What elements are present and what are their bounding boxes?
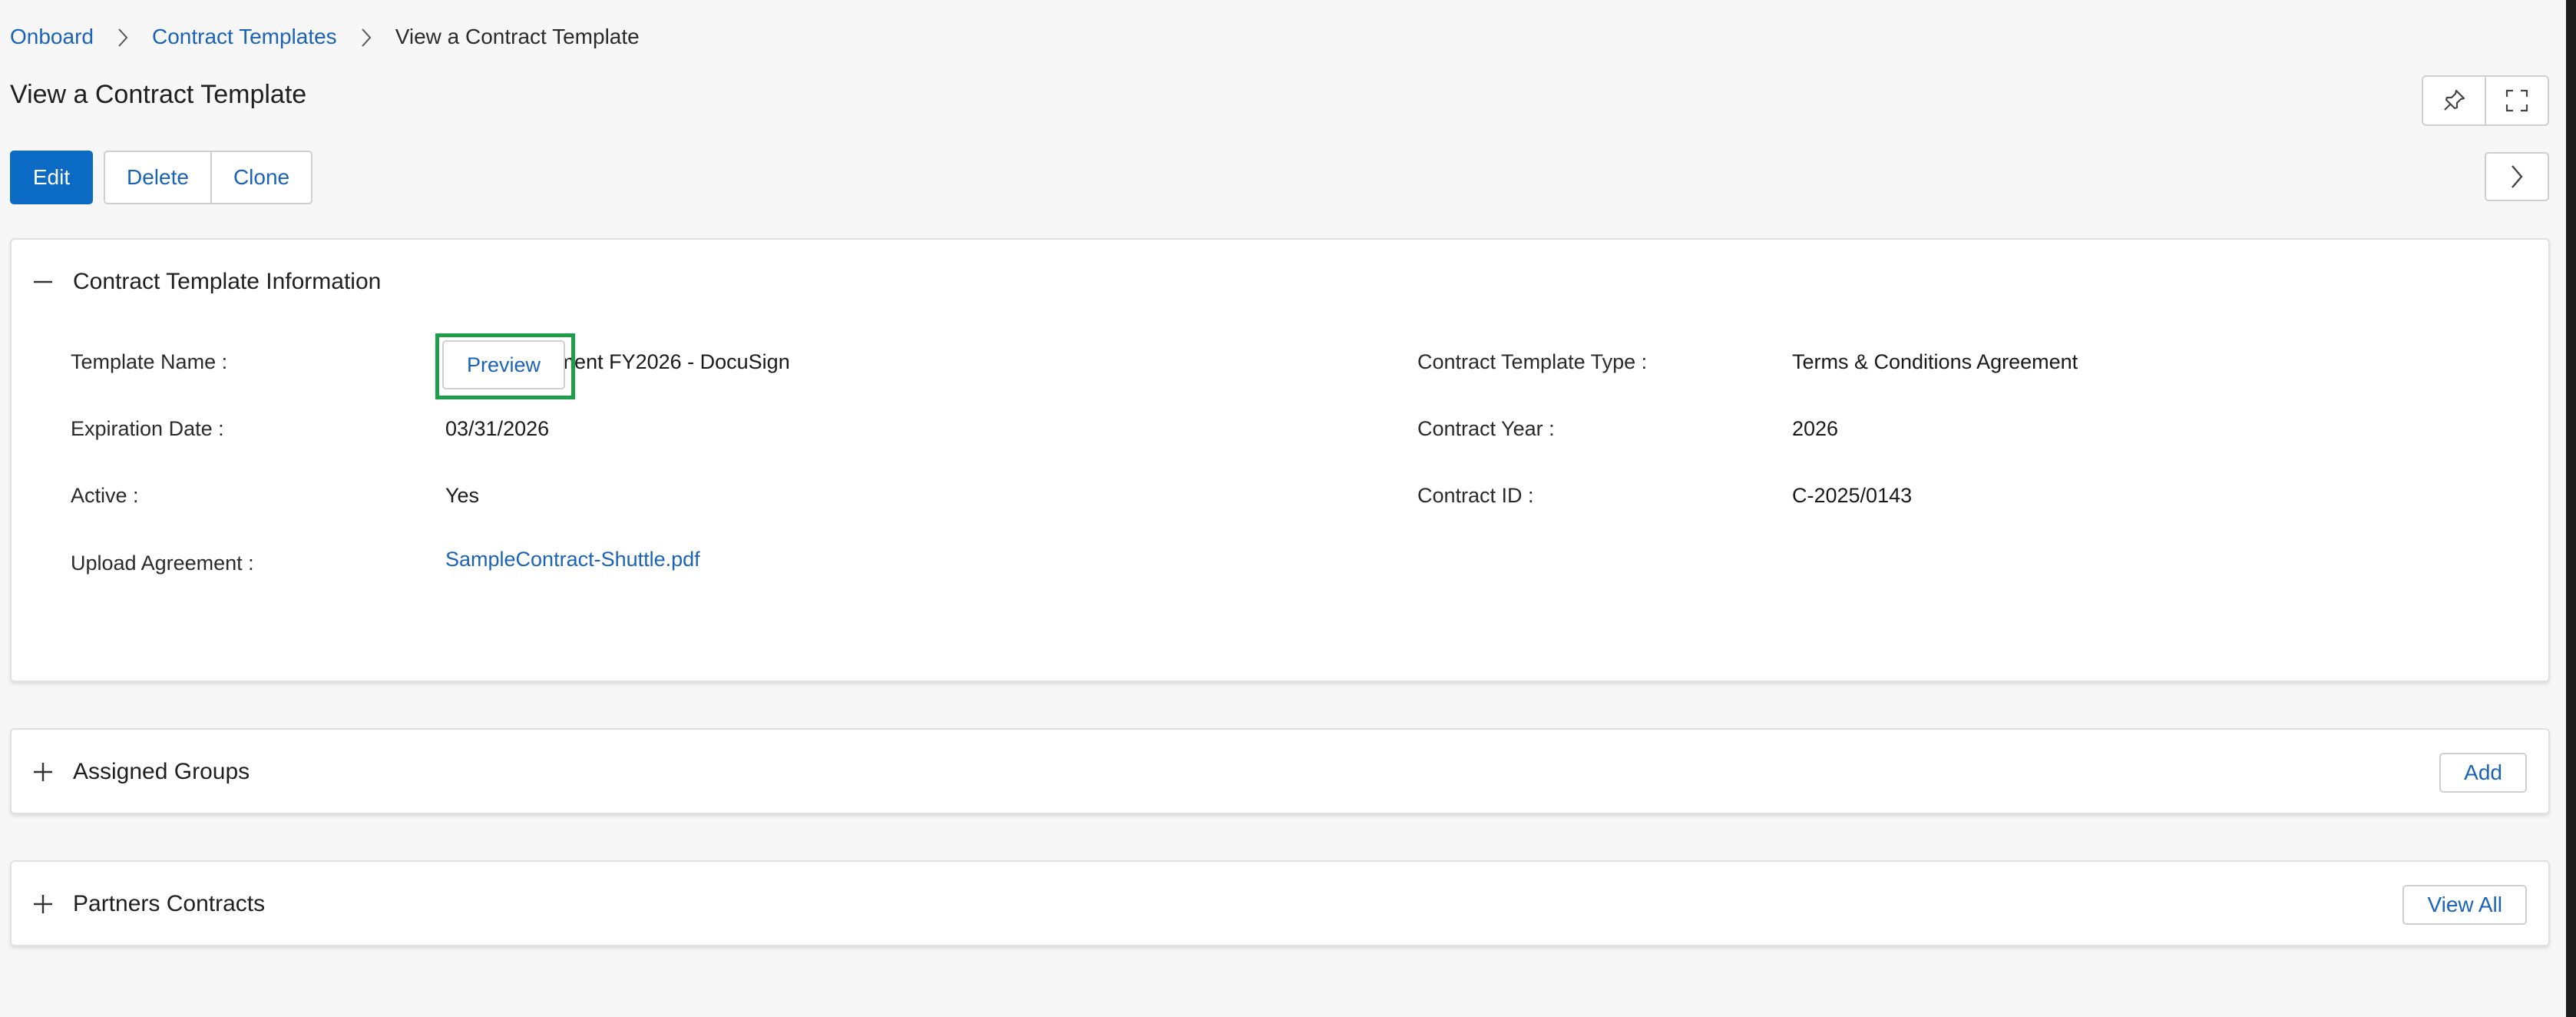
- preview-button[interactable]: Preview: [442, 340, 565, 389]
- breadcrumb-contract-templates[interactable]: Contract Templates: [152, 25, 337, 49]
- panel-header: Contract Template Information: [12, 240, 2548, 324]
- panel-header: Partners Contracts: [12, 862, 2548, 946]
- chevron-right-icon: [351, 25, 382, 50]
- template-name-label: Template Name :: [71, 350, 228, 373]
- pin-button[interactable]: [2423, 77, 2485, 124]
- window-edge: [2566, 0, 2576, 1017]
- contract-template-information-panel: Contract Template Information: [10, 238, 2550, 682]
- expiration-date-value: 03/31/2026: [445, 417, 550, 440]
- chevron-right-icon: [107, 25, 138, 50]
- fullscreen-button[interactable]: [2485, 77, 2548, 124]
- pin-icon: [2444, 89, 2465, 111]
- breadcrumb-current: View a Contract Template: [395, 25, 640, 48]
- contract-year-label: Contract Year :: [1417, 417, 1555, 440]
- action-button-group: Delete Clone: [104, 151, 313, 204]
- page-root: Onboard Contract Templates View a Contra…: [0, 0, 2576, 1017]
- contract-year-value: 2026: [1792, 417, 1839, 440]
- contract-id-value: C-2025/0143: [1792, 484, 1913, 507]
- page-title: View a Contract Template: [10, 80, 307, 109]
- assigned-groups-panel: Assigned Groups Add: [10, 728, 2550, 814]
- view-controls: [2422, 75, 2549, 126]
- fullscreen-icon: [2505, 89, 2528, 112]
- next-button[interactable]: [2485, 152, 2549, 201]
- contract-template-type-label: Contract Template Type :: [1417, 350, 1648, 373]
- delete-button[interactable]: Delete: [105, 152, 210, 203]
- expiration-date-label: Expiration Date :: [71, 417, 224, 440]
- upload-agreement-label: Upload Agreement :: [71, 552, 254, 575]
- panel-header: Assigned Groups: [12, 730, 2548, 814]
- partners-contracts-panel: Partners Contracts View All: [10, 860, 2550, 946]
- collapse-icon[interactable]: [31, 270, 55, 293]
- active-value: Yes: [445, 484, 480, 507]
- expand-icon[interactable]: [31, 893, 55, 916]
- breadcrumb: Onboard Contract Templates View a Contra…: [10, 22, 640, 52]
- expand-icon[interactable]: [31, 760, 55, 783]
- contract-template-type-value: Terms & Conditions Agreement: [1792, 350, 2078, 373]
- panel-title: Assigned Groups: [73, 759, 250, 784]
- active-label: Active :: [71, 484, 139, 507]
- chevron-right-icon: [2512, 165, 2523, 188]
- panel-title: Contract Template Information: [73, 269, 382, 294]
- breadcrumb-onboard[interactable]: Onboard: [10, 25, 94, 49]
- view-all-button[interactable]: View All: [2402, 885, 2527, 925]
- contract-id-label: Contract ID :: [1417, 484, 1534, 507]
- agreement-file-link[interactable]: SampleContract-Shuttle.pdf: [445, 548, 700, 571]
- panel-title: Partners Contracts: [73, 891, 266, 916]
- clone-button[interactable]: Clone: [210, 152, 311, 203]
- add-group-button[interactable]: Add: [2439, 753, 2527, 793]
- edit-button[interactable]: Edit: [10, 151, 93, 204]
